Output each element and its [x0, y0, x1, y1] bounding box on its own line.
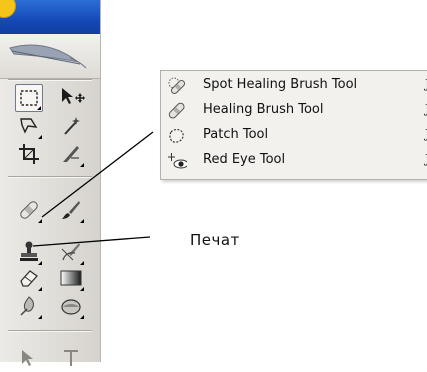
callout-line-stamp — [32, 236, 151, 247]
callout-lines — [32, 131, 154, 247]
callout-line-flyout — [41, 131, 154, 218]
callout-label-stamp: Печат — [190, 231, 240, 249]
